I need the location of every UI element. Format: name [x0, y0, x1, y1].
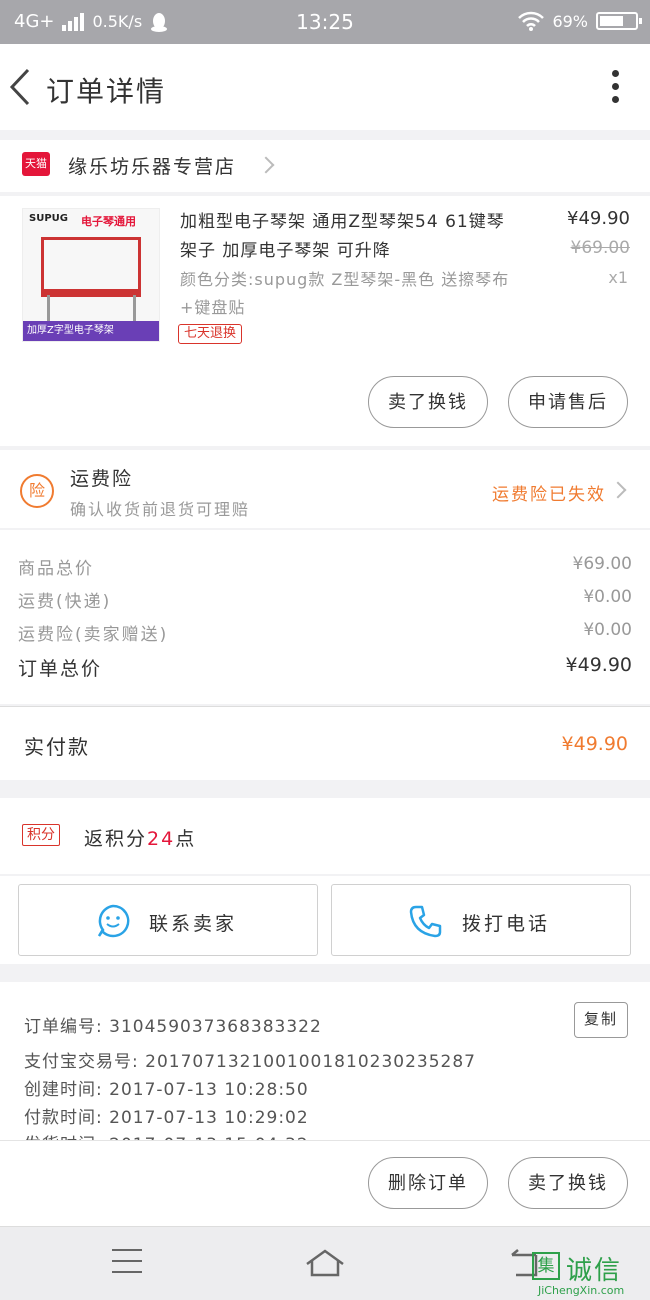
tmall-badge: 天猫 — [22, 152, 50, 176]
return-policy-tag: 七天退换 — [178, 324, 243, 344]
fee-value: ¥0.00 — [583, 620, 632, 640]
fee-row: 运费(快递) ¥0.00 — [18, 583, 632, 613]
shipped-time: 发货时间: 2017-07-13 15:04:32 — [24, 1130, 309, 1140]
paid-value: ¥49.90 — [561, 733, 628, 755]
alipay-trade-number: 支付宝交易号: 2017071321001001810230235287 — [24, 1052, 476, 1072]
paid-time: 付款时间: 2017-07-13 10:29:02 — [24, 1108, 309, 1128]
after-sale-button[interactable]: 申请售后 — [508, 376, 628, 428]
more-button[interactable] — [610, 70, 620, 106]
chevron-left-icon — [9, 68, 30, 106]
watermark-url: JiChengXin.com — [538, 1284, 625, 1297]
call-phone-label: 拨打电话 — [462, 913, 551, 935]
menu-icon[interactable] — [112, 1249, 142, 1282]
fee-row: 运费险(卖家赠送) ¥0.00 — [18, 616, 632, 646]
back-button[interactable] — [4, 64, 44, 110]
fee-value: ¥69.00 — [572, 554, 632, 574]
thumb-footer: 加厚Z字型电子琴架 — [23, 321, 159, 341]
stand-leg — [47, 295, 50, 323]
shop-name: 缘乐坊乐器专营店 — [68, 156, 237, 178]
points-text: 返积分24点 — [84, 824, 196, 851]
chevron-right-icon — [609, 481, 627, 499]
contact-seller-button[interactable]: 联系卖家 — [18, 884, 318, 956]
order-number: 订单编号: 310459037368383322 — [24, 1017, 322, 1037]
phone-icon — [409, 905, 442, 938]
points-amount: 24 — [147, 828, 176, 850]
status-bar: 4G+ 0.5K/s 13:25 69% — [0, 0, 650, 44]
sell-exchange-button[interactable]: 卖了换钱 — [368, 376, 488, 428]
fee-row: 商品总价 ¥69.00 — [18, 550, 632, 580]
product-quantity: x1 — [608, 268, 628, 287]
product-sku: 颜色分类:supug款 Z型琴架-黑色 送擦琴布+键盘贴 — [180, 270, 510, 317]
thumb-headline: 电子琴通用 — [81, 215, 136, 228]
vertical-dots-icon — [610, 70, 620, 103]
sell-exchange-button-bottom[interactable]: 卖了换钱 — [508, 1157, 628, 1209]
points-suffix: 点 — [175, 828, 197, 850]
page-title: 订单详情 — [46, 75, 167, 108]
created-time: 创建时间: 2017-07-13 10:28:50 — [24, 1080, 309, 1100]
insurance-subtitle: 确认收货前退货可理赔 — [70, 500, 251, 519]
points-row: 积分 返积分24点 — [0, 798, 650, 874]
contact-bar: 联系卖家 拨打电话 — [0, 876, 650, 964]
chevron-right-icon — [257, 156, 275, 174]
insurance-title: 运费险 — [70, 468, 134, 490]
insurance-status: 运费险已失效 — [492, 485, 606, 505]
fee-label: 商品总价 — [18, 559, 94, 579]
fee-value: ¥0.00 — [583, 587, 632, 607]
thumb-brand: SUPUG — [29, 213, 68, 224]
order-total-label: 订单总价 — [18, 658, 103, 680]
battery-icon — [596, 12, 642, 30]
copy-button[interactable]: 复制 — [574, 1002, 628, 1038]
fee-label: 运费险(卖家赠送) — [18, 625, 169, 645]
stand-leg — [133, 295, 136, 323]
chat-bubble-icon — [97, 904, 130, 938]
watermark-text: 诚信 — [566, 1256, 623, 1286]
order-total-value: ¥49.90 — [565, 654, 632, 676]
shop-row[interactable]: 天猫 缘乐坊乐器专营店 — [0, 140, 650, 192]
points-prefix: 返积分 — [84, 828, 148, 850]
paid-amount-row: 实付款 ¥49.90 — [0, 706, 650, 780]
watermark-box: 集 — [532, 1252, 560, 1280]
wifi-icon — [518, 11, 545, 31]
insurance-icon: 险 — [20, 474, 54, 508]
watermark-logo: 集 诚信 JiChengXin.com — [526, 1248, 646, 1298]
battery-percent: 69% — [552, 11, 588, 31]
delete-order-button[interactable]: 删除订单 — [368, 1157, 488, 1209]
product-thumbnail[interactable]: SUPUG 电子琴通用 加厚Z字型电子琴架 — [22, 208, 160, 342]
paid-label: 实付款 — [24, 735, 90, 759]
nav-bar: 订单详情 — [0, 44, 650, 130]
contact-seller-label: 联系卖家 — [149, 913, 238, 935]
product-title[interactable]: 加粗型电子琴架 通用Z型琴架54 61键琴架子 加厚电子琴架 可升降 — [180, 208, 510, 266]
bottom-action-bar: 删除订单 卖了换钱 — [0, 1140, 650, 1226]
keyboard-stand-graphic — [41, 237, 141, 297]
fee-label: 运费(快递) — [18, 592, 112, 612]
fee-summary: 商品总价 ¥69.00 运费(快递) ¥0.00 运费险(卖家赠送) ¥0.00… — [0, 530, 650, 704]
product-price: ¥49.90 — [567, 208, 630, 229]
product-card: SUPUG 电子琴通用 加厚Z字型电子琴架 加粗型电子琴架 通用Z型琴架54 6… — [0, 196, 650, 446]
shipping-insurance-row[interactable]: 险 运费险 确认收货前退货可理赔 运费险已失效 — [0, 450, 650, 528]
product-original-price: ¥69.00 — [570, 238, 630, 258]
order-total-row: 订单总价 ¥49.90 — [18, 650, 632, 680]
points-badge: 积分 — [22, 824, 60, 846]
order-info: 订单编号: 310459037368383322 复制 支付宝交易号: 2017… — [0, 982, 650, 1140]
home-icon[interactable] — [304, 1247, 346, 1279]
call-phone-button[interactable]: 拨打电话 — [331, 884, 631, 956]
